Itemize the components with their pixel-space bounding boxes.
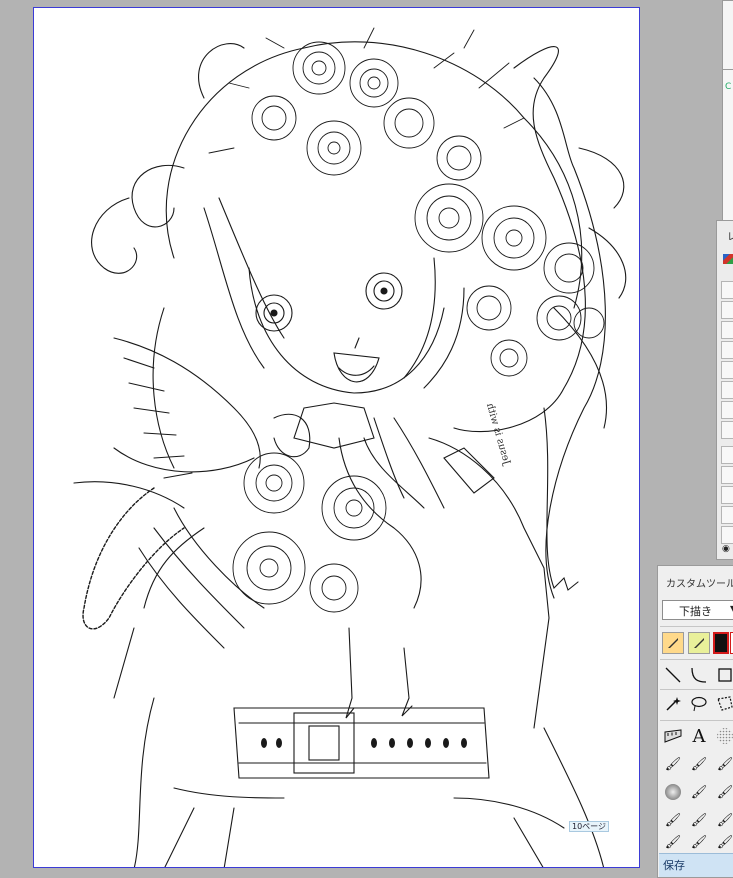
magic-wand-icon[interactable] xyxy=(660,692,686,716)
divider xyxy=(660,659,733,660)
layer-row[interactable] xyxy=(721,321,733,339)
tool-set-select[interactable]: 下描き ▼ xyxy=(662,600,733,620)
layer-row[interactable] xyxy=(721,446,733,464)
layer-row[interactable] xyxy=(721,506,733,524)
drawing-canvas[interactable]: Jesus is with 10ページ xyxy=(33,7,640,868)
brush-icon[interactable]: 🖌 xyxy=(712,780,733,804)
layer-row[interactable] xyxy=(721,361,733,379)
divider xyxy=(660,720,733,721)
lineart-illustration xyxy=(73,27,627,867)
divider xyxy=(660,689,733,690)
custom-tool-panel: カスタムツール 下描き ▼ A xyxy=(657,565,733,878)
tool-set-select-value: 下描き xyxy=(679,605,712,618)
line-tool-icon[interactable] xyxy=(660,663,686,687)
layer-row[interactable] xyxy=(721,301,733,319)
layer-panel: レ ◉ ラズ xyxy=(716,220,733,789)
layer-row[interactable] xyxy=(721,421,733,439)
brush-icon[interactable]: 🖌 xyxy=(660,830,686,854)
gradient-icon[interactable] xyxy=(660,780,686,804)
layer-row[interactable] xyxy=(721,401,733,419)
ruler-icon[interactable] xyxy=(660,724,686,748)
divider xyxy=(660,626,733,627)
save-button[interactable]: 保存 xyxy=(659,853,733,877)
layer-row[interactable] xyxy=(721,341,733,359)
brush-icon[interactable]: 🖌 xyxy=(712,808,733,832)
layer-row[interactable] xyxy=(721,526,733,544)
screentone-icon[interactable] xyxy=(712,724,733,748)
text-tool-icon[interactable]: A xyxy=(686,724,712,748)
polyline-select-icon[interactable] xyxy=(712,692,733,716)
panel-edge-glyph: C xyxy=(725,82,732,92)
page-number-label: 10ページ xyxy=(569,821,610,832)
navigator-panel-edge xyxy=(722,0,733,70)
brush-icon[interactable]: 🖌 xyxy=(660,752,686,776)
brush-icon[interactable]: 🖌 xyxy=(686,830,712,854)
color-mode-icon[interactable] xyxy=(723,254,733,264)
pen-orange-icon[interactable] xyxy=(662,632,684,654)
layer-row[interactable] xyxy=(721,381,733,399)
brush-icon[interactable]: 🖌 xyxy=(712,752,733,776)
layer-row[interactable] xyxy=(721,486,733,504)
lasso-icon[interactable] xyxy=(686,692,712,716)
custom-tool-title: カスタムツール xyxy=(666,579,733,590)
layer-panel-title: レ xyxy=(727,232,733,243)
pen-yellow-icon[interactable] xyxy=(688,632,710,654)
eye-icon[interactable]: ◉ xyxy=(722,544,730,554)
brush-icon[interactable]: 🖌 xyxy=(686,780,712,804)
brush-icon[interactable]: 🖌 xyxy=(686,808,712,832)
layer-row[interactable] xyxy=(721,281,733,299)
color-swatch-icon[interactable] xyxy=(713,632,729,654)
brush-icon[interactable]: 🖌 xyxy=(712,830,733,854)
rectangle-tool-icon[interactable] xyxy=(712,663,733,687)
brush-icon[interactable]: 🖌 xyxy=(660,808,686,832)
top-right-panel-edge: C xyxy=(722,70,733,220)
brush-icon[interactable]: 🖌 xyxy=(686,752,712,776)
layer-row[interactable] xyxy=(721,466,733,484)
curve-tool-icon[interactable] xyxy=(686,663,712,687)
